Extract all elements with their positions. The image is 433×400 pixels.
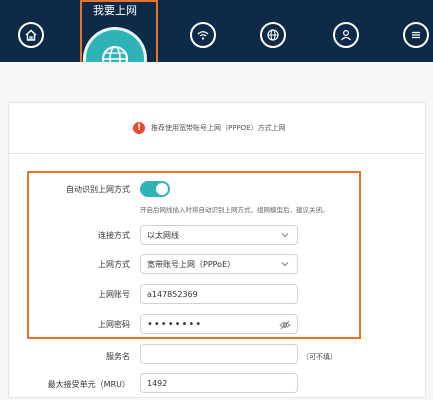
network-globe-icon	[267, 29, 279, 41]
home-icon-glyph	[25, 29, 37, 41]
user-icon-glyph	[341, 29, 351, 41]
more-menu-icon[interactable]	[403, 22, 429, 48]
active-nav-label: 我要上网	[93, 4, 137, 17]
connection-type-select[interactable]: 以太网线	[140, 225, 298, 245]
mru-label: 最大接受单元（MRU）	[47, 380, 130, 389]
connection-type-label: 连接方式	[98, 231, 130, 240]
notice-text: 推荐使用宽带账号上网（PPPOE）方式上网	[151, 124, 286, 132]
account-value: a147852369	[147, 289, 198, 299]
toggle-knob	[156, 183, 168, 195]
home-icon[interactable]	[18, 22, 44, 48]
user-icon[interactable]	[333, 22, 359, 48]
auto-detect-toggle[interactable]	[140, 181, 170, 197]
wifi-icon-glyph	[197, 31, 209, 40]
auto-detect-hint: 开启后网线插入时将自动识别上网方式，组网模型后，建议关闭。	[140, 206, 329, 214]
mru-value: 1492	[147, 378, 168, 388]
chevron-down-icon	[281, 262, 289, 267]
recommendation-notice: ! 推荐使用宽带账号上网（PPPOE）方式上网	[133, 120, 286, 136]
password-label: 上网密码	[98, 320, 130, 329]
password-input[interactable]: ••••••••	[140, 314, 298, 334]
connection-type-value: 以太网线	[147, 230, 179, 240]
chevron-down-icon	[281, 233, 289, 238]
network-settings-icon[interactable]	[260, 22, 286, 48]
account-label: 上网账号	[98, 290, 130, 299]
top-nav-bar	[0, 0, 433, 62]
internet-mode-label: 上网方式	[98, 260, 130, 269]
section-divider	[8, 153, 426, 154]
service-name-input[interactable]	[140, 344, 298, 364]
hide-password-icon[interactable]	[279, 319, 291, 331]
mru-input[interactable]: 1492	[140, 373, 298, 393]
wifi-icon[interactable]	[190, 22, 216, 48]
account-input[interactable]: a147852369	[140, 284, 298, 304]
internet-mode-value: 宽带账号上网（PPPoE）	[147, 259, 236, 269]
internet-mode-select[interactable]: 宽带账号上网（PPPoE）	[140, 254, 298, 274]
password-value: ••••••••	[147, 318, 203, 330]
service-name-label: 服务名	[106, 352, 130, 361]
warning-icon: !	[133, 122, 145, 134]
service-name-note: （可不填）	[302, 353, 337, 361]
auto-detect-label: 自动识别上网方式	[66, 185, 130, 194]
hamburger-icon	[412, 31, 420, 39]
